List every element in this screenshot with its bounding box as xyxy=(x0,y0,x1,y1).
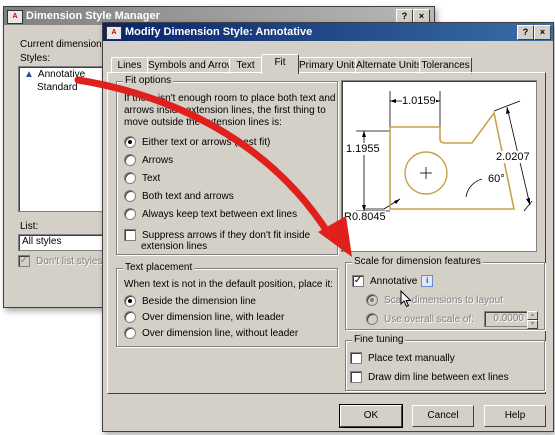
cancel-button[interactable]: Cancel xyxy=(412,405,474,427)
dimension-preview: 1.0159 1.1955 2.0207 60° R0.8045 xyxy=(341,80,537,252)
ok-button[interactable]: OK xyxy=(340,405,402,427)
fit-options-desc-line2: arrows inside extension lines, the first… xyxy=(124,105,326,116)
checkbox-check-icon: ✓ xyxy=(352,275,364,287)
checkbox-icon xyxy=(124,229,136,241)
dialog-titlebar[interactable]: A Modify Dimension Style: Annotative ? × xyxy=(103,23,553,41)
dim-right-value: 2.0207 xyxy=(496,151,530,163)
dim-left-value: 1.1955 xyxy=(346,143,380,155)
radio-over-without-leader[interactable]: Over dimension line, without leader xyxy=(124,327,298,339)
dialog-title: Modify Dimension Style: Annotative xyxy=(125,26,313,38)
radio-dot-icon xyxy=(124,136,136,148)
radio-either-text-or-arrows[interactable]: Either text or arrows (best fit) xyxy=(124,136,270,148)
overall-scale-input[interactable]: 0.0000 xyxy=(484,311,528,327)
scale-group-title: Scale for dimension features xyxy=(352,256,483,267)
radio-scale-to-layout[interactable]: Scale dimensions to layout xyxy=(366,294,503,306)
dialog-close-button[interactable]: × xyxy=(534,25,551,40)
radio-dot-icon xyxy=(366,313,378,325)
autocad-app-icon: A xyxy=(7,10,23,24)
radio-dot-icon xyxy=(124,295,136,307)
text-placement-desc: When text is not in the default position… xyxy=(124,279,334,290)
help-button[interactable]: Help xyxy=(484,405,546,427)
radio-beside-dimension-line[interactable]: Beside the dimension line xyxy=(124,295,256,307)
radio-dot-icon xyxy=(124,154,136,166)
radio-always-keep-text[interactable]: Always keep text between ext lines xyxy=(124,208,297,220)
list-filter-select[interactable]: All styles xyxy=(18,234,111,251)
radio-both-text-and-arrows[interactable]: Both text and arrows xyxy=(124,190,234,202)
radio-text[interactable]: Text xyxy=(124,172,160,184)
radio-dot-icon xyxy=(124,190,136,202)
place-text-manually-checkbox[interactable]: Place text manually xyxy=(350,352,455,364)
fine-tuning-title: Fine tuning xyxy=(352,334,406,345)
draw-dim-line-checkbox[interactable]: Draw dim line between ext lines xyxy=(350,371,509,383)
style-item-annotative[interactable]: ▲ Annotative xyxy=(24,69,85,80)
fine-tuning-group: Fine tuning xyxy=(345,334,545,391)
info-icon[interactable]: i xyxy=(421,275,434,287)
fit-options-desc-line3: move outside the extension lines is: xyxy=(124,117,282,128)
dim-radius-value: R0.8045 xyxy=(344,211,386,223)
radio-dot-icon xyxy=(124,327,136,339)
fit-options-desc-line1: If there isn't enough room to place both… xyxy=(124,93,336,104)
styles-label: Styles: xyxy=(20,53,51,64)
styles-listbox[interactable]: ▲ Annotative Standard xyxy=(18,66,111,212)
suppress-arrows-line2: extension lines xyxy=(141,241,208,252)
dim-angle-value: 60° xyxy=(488,173,505,185)
radio-over-with-leader[interactable]: Over dimension line, with leader xyxy=(124,311,284,323)
fit-options-title: Fit options xyxy=(123,75,174,86)
style-item-standard[interactable]: Standard xyxy=(37,82,78,93)
overall-scale-spinner[interactable]: ▲ ▼ xyxy=(527,311,538,329)
annotative-checkbox[interactable]: ✓ Annotative i xyxy=(352,275,434,287)
spin-up-icon[interactable]: ▲ xyxy=(527,311,538,320)
dim-top-value: 1.0159 xyxy=(402,95,436,107)
text-placement-title: Text placement xyxy=(123,262,195,273)
tab-fit[interactable]: Fit xyxy=(261,54,299,74)
radio-dot-icon xyxy=(366,294,378,306)
checkbox-icon xyxy=(350,371,362,383)
dialog-help-button[interactable]: ? xyxy=(517,25,534,40)
dont-list-check-icon: ✓ xyxy=(18,255,30,267)
radio-dot-icon xyxy=(124,208,136,220)
annotative-triangle-icon: ▲ xyxy=(24,69,34,80)
radio-dot-icon xyxy=(124,172,136,184)
radio-use-overall-scale[interactable]: Use overall scale of: xyxy=(366,313,474,325)
list-label: List: xyxy=(20,221,39,232)
suppress-arrows-checkbox[interactable]: Suppress arrows if they don't fit inside xyxy=(124,229,310,241)
radio-dot-icon xyxy=(124,311,136,323)
radio-arrows[interactable]: Arrows xyxy=(124,154,173,166)
spin-down-icon[interactable]: ▼ xyxy=(527,320,538,329)
preview-drawing xyxy=(356,91,533,212)
mouse-cursor-icon xyxy=(400,290,412,308)
autocad-app-icon: A xyxy=(106,26,122,40)
checkbox-icon xyxy=(350,352,362,364)
